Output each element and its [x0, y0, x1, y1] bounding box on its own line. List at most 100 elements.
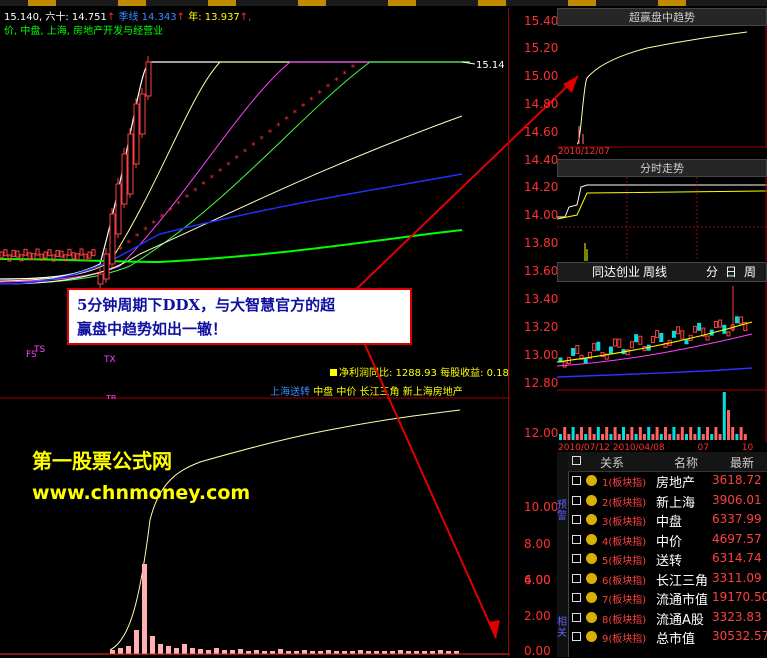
ddx-indicator-chart[interactable] — [0, 400, 510, 657]
row-name: 流通A股 — [656, 612, 704, 628]
tab-tongda[interactable]: 同达创业 — [592, 263, 640, 281]
row-checkbox[interactable] — [572, 515, 581, 524]
tag-item[interactable]: 长江三角 — [360, 387, 400, 398]
tab-weekly[interactable]: 周线 — [643, 263, 667, 281]
minute-chart[interactable] — [557, 177, 767, 261]
table-row[interactable]: 8(板块指) 流通A股 3323.83 — [568, 609, 767, 628]
mini-vol-bar — [680, 427, 684, 440]
row-checkbox[interactable] — [572, 554, 581, 563]
row-name: 房地产 — [656, 476, 696, 491]
table-row[interactable]: 1(板块指) 房地产 3618.72 — [568, 472, 767, 491]
indicator-row: 净利润同比: 1288.93 每股收益: 0.187 — [330, 364, 508, 378]
col-latest[interactable]: 最新 — [730, 454, 754, 471]
candle — [55, 249, 60, 257]
mini-vol-bar — [710, 434, 714, 440]
tag-item[interactable]: 中价 — [336, 387, 356, 398]
axis-tick-label: 14.80 — [524, 97, 559, 111]
sar-dot: * — [334, 77, 339, 87]
sar-dot: * — [185, 194, 190, 204]
row-checkbox[interactable] — [572, 632, 581, 641]
axis-tick-label: 14.60 — [524, 125, 559, 139]
row-checkbox[interactable] — [572, 573, 581, 583]
mini-vol-bar — [697, 427, 701, 440]
table-row[interactable]: 9(板块指) 总市值 30532.57 — [568, 628, 767, 647]
mini-vol-bar — [563, 427, 567, 440]
candle — [75, 253, 80, 261]
row-checkbox[interactable] — [572, 612, 581, 622]
toolbar-tab[interactable] — [478, 0, 506, 6]
mini-candle — [680, 330, 685, 340]
row-number: 1(板块指) — [602, 478, 647, 489]
row-checkbox[interactable] — [572, 534, 581, 544]
related-tab[interactable]: 相关 — [557, 617, 568, 639]
row-checkbox[interactable] — [572, 593, 581, 602]
mini-vol-bar — [613, 427, 617, 440]
sar-dot: * — [210, 174, 215, 184]
mini-vol-bar — [596, 427, 600, 440]
toolbar-tab[interactable] — [208, 0, 236, 6]
sar-dot: * — [309, 96, 314, 106]
legend-swatch — [330, 369, 337, 376]
tab-minute-button[interactable]: 分 — [706, 263, 718, 281]
mini-candle — [638, 335, 643, 345]
table-row[interactable]: 4(板块指) 中价 4697.57 — [568, 531, 767, 550]
mini-vol-bar — [588, 427, 592, 440]
sar-dot: * — [168, 207, 173, 217]
tag-item[interactable]: 中盘 — [313, 387, 333, 398]
mini-vol-bar — [722, 392, 726, 440]
mini-vol-bar — [630, 427, 634, 440]
table-row[interactable]: 3(板块指) 中盘 6337.99 — [568, 511, 767, 530]
tag-item[interactable]: 新上海房地产 — [403, 387, 463, 398]
ddx-bar — [126, 646, 131, 654]
mini-vol-bar — [714, 427, 718, 440]
profit-growth-text: 净利润同比: 1288.93 — [339, 368, 437, 378]
toolbar-tab[interactable] — [28, 0, 56, 6]
callout-line: 5分钟周期下DDX，与大智慧官方的超 — [77, 296, 336, 314]
axis-tick-label: 4.00 — [524, 573, 551, 587]
trend-line — [576, 31, 748, 145]
toolbar-tab[interactable] — [118, 0, 146, 6]
toolbar-tab[interactable] — [568, 0, 596, 6]
mini-candle — [634, 334, 639, 343]
toolbar-tab[interactable] — [388, 0, 416, 6]
mini-candle — [739, 316, 744, 325]
mini-candle — [676, 326, 681, 335]
ddx-bar — [398, 650, 403, 654]
table-row[interactable]: 5(板块指) 送转 6314.74 — [568, 550, 767, 569]
sar-dot: * — [276, 122, 281, 132]
axis-tick-label: 14.40 — [524, 153, 559, 167]
tab-day-button[interactable]: 日 — [725, 263, 737, 281]
table-row[interactable]: 7(板块指) 流通市值 19170.50 — [568, 589, 767, 608]
mini-vol-bar — [580, 427, 583, 440]
candle — [23, 248, 28, 256]
axis-tick-label: 12.00 — [524, 426, 559, 440]
up-arrow-icon: ↑, — [239, 12, 252, 23]
candle — [87, 251, 92, 259]
row-checkbox[interactable] — [572, 476, 581, 485]
axis-tick-label: 10.00 — [524, 500, 559, 514]
mini-kline-chart[interactable] — [557, 282, 767, 442]
warning-tab[interactable]: 预警 — [557, 500, 568, 522]
toolbar-tab[interactable] — [298, 0, 326, 6]
table-row[interactable]: 6(板块指) 长江三角 3311.09 — [568, 570, 767, 589]
toolbar-tab[interactable] — [658, 0, 686, 6]
ma-line-fast — [0, 61, 470, 280]
candle — [11, 249, 16, 257]
ddx-bar — [278, 649, 283, 654]
col-name[interactable]: 名称 — [674, 454, 698, 471]
row-name: 总市值 — [656, 632, 696, 647]
row-number: 2(板块指) — [602, 497, 647, 509]
ma-line-magenta — [0, 61, 380, 283]
trend-chart[interactable] — [557, 26, 767, 148]
col-relation[interactable]: 关系 — [600, 454, 624, 471]
tab-week-button[interactable]: 周 — [744, 263, 756, 281]
ddx-bar — [214, 648, 219, 654]
tag-item[interactable]: 上海送转 — [270, 387, 310, 398]
table-row[interactable]: 2(板块指) 新上海 3906.01 — [568, 492, 767, 511]
callout-line: 赢盘中趋势如出一辙！ — [77, 320, 228, 338]
header-checkbox[interactable] — [572, 456, 581, 465]
ma-line-blue — [0, 173, 463, 285]
row-checkbox[interactable] — [572, 495, 581, 505]
mini-vol-bar — [634, 434, 638, 440]
mini-vol-bar — [609, 434, 613, 440]
